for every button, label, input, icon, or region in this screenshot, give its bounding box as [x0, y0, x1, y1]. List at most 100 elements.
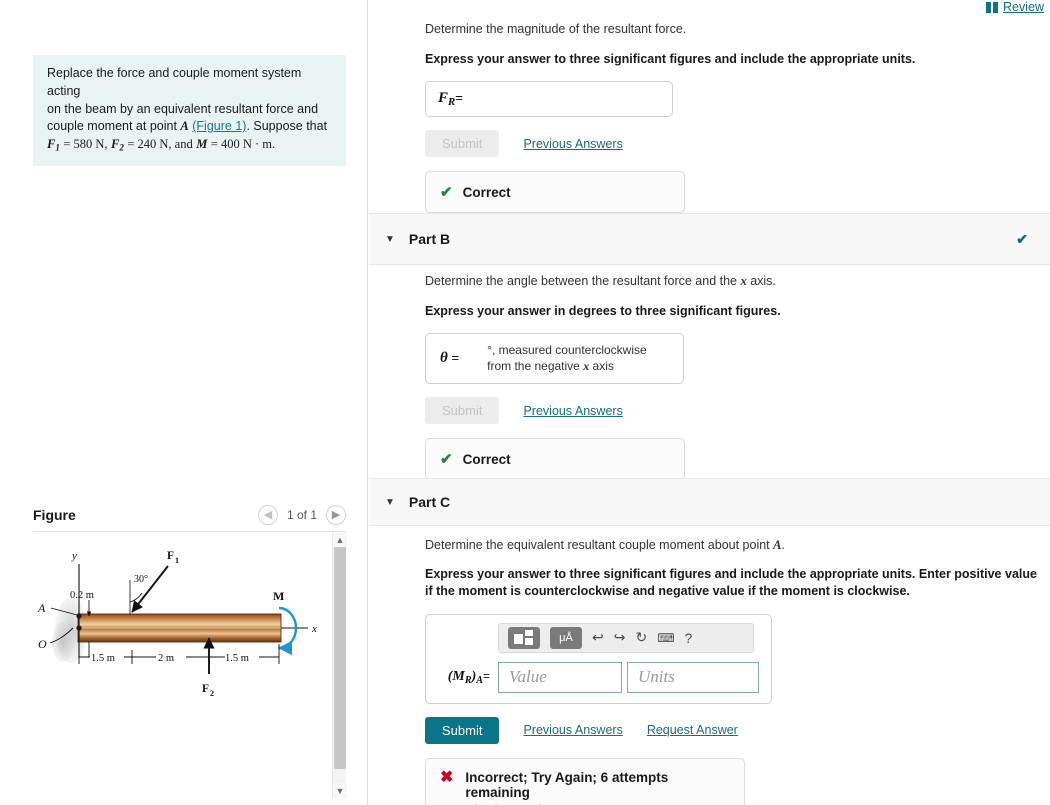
- svg-text:0.2 m: 0.2 m: [70, 590, 94, 601]
- problem-line-3-post: . Suppose that: [246, 119, 328, 134]
- check-icon: ✔: [440, 451, 453, 469]
- keyboard-icon[interactable]: ⌨: [657, 631, 674, 645]
- svg-text:1.5 m: 1.5 m: [91, 653, 115, 664]
- mr-subscript-a: A: [476, 674, 483, 686]
- fr-equals: =: [455, 90, 463, 106]
- part-b-header[interactable]: ▼ Part B ✔: [369, 213, 1050, 265]
- part-b-answer-box[interactable]: θ = °, measured counterclockwise from th…: [425, 333, 684, 385]
- part-b-status-text: Correct: [462, 451, 511, 467]
- part-b-hint: °, measured counterclockwise from the ne…: [487, 343, 647, 375]
- svg-text:F: F: [202, 683, 209, 695]
- figure-scroll-up-button[interactable]: ▲: [333, 532, 347, 547]
- page-root: Replace the force and couple moment syst…: [0, 0, 1050, 805]
- part-b-status-box: ✔ Correct: [425, 438, 685, 481]
- part-c-request-answer-link[interactable]: Request Answer: [647, 723, 738, 737]
- chevron-down-icon: ▼: [335, 785, 345, 796]
- caret-down-icon[interactable]: ▼: [385, 497, 395, 508]
- part-b-question: Determine the angle between the resultan…: [425, 273, 1045, 290]
- problem-statement: Replace the force and couple moment syst…: [33, 55, 346, 167]
- part-c-units-placeholder: Units: [638, 667, 675, 687]
- part-b-submit-button[interactable]: Submit: [425, 397, 500, 425]
- part-c-submit-button[interactable]: Submit: [425, 716, 500, 744]
- part-a-status-text: Correct: [462, 184, 511, 200]
- svg-text:2: 2: [210, 689, 214, 698]
- mr-equals: =: [482, 668, 490, 683]
- part-c-units-input[interactable]: Units: [627, 661, 759, 693]
- right-panel: Review Determine the magnitude of the re…: [369, 0, 1050, 805]
- part-c-instruction: Express your answer to three significant…: [425, 566, 1045, 601]
- svg-text:M: M: [273, 589, 284, 603]
- part-b-action-row: Submit Previous Answers: [425, 397, 1045, 425]
- x-mark-icon: ✖: [440, 768, 454, 786]
- part-b-hint-line2-post: axis: [589, 358, 614, 373]
- part-c-error-title: Incorrect; Try Again; 6 attempts remaini…: [465, 769, 669, 800]
- figure-scroll-down-button[interactable]: ▼: [333, 783, 347, 798]
- caret-down-icon[interactable]: ▼: [385, 234, 395, 245]
- part-a-question: Determine the magnitude of the resultant…: [425, 22, 687, 36]
- svg-text:F: F: [167, 550, 174, 562]
- part-b-question-post: axis.: [746, 274, 776, 288]
- part-b-body: Determine the angle between the resultan…: [425, 273, 1045, 481]
- part-c-action-row: Submit Previous Answers Request Answer: [425, 716, 1045, 744]
- template-grid-icon: [514, 629, 534, 646]
- math-toolbar: μÅ ↩ ↪ ↻ ⌨ ?: [498, 622, 754, 653]
- theta-symbol: θ: [440, 350, 448, 367]
- book-icon: [986, 1, 998, 13]
- review-label: Review: [1003, 0, 1044, 14]
- part-a-action-row: Submit Previous Answers: [425, 130, 1045, 158]
- part-c-title: Part C: [408, 494, 451, 510]
- svg-text:30°: 30°: [134, 574, 148, 585]
- part-c-question-pre: Determine the equivalent resultant coupl…: [425, 538, 774, 552]
- f1-subscript: 1: [55, 142, 60, 153]
- svg-text:1: 1: [175, 556, 179, 565]
- point-a-symbol: A: [180, 119, 189, 134]
- figure-prev-button[interactable]: ◀: [257, 504, 278, 525]
- chevron-up-icon: ▲: [335, 534, 345, 545]
- redo-arrow-icon[interactable]: ↪: [614, 629, 626, 646]
- svg-text:1.5 m: 1.5 m: [225, 653, 249, 664]
- m-symbol: M: [196, 137, 208, 151]
- reset-circular-arrow-icon[interactable]: ↻: [635, 629, 647, 646]
- chevron-right-icon: ▶: [331, 509, 341, 521]
- part-c-value-placeholder: Value: [509, 667, 547, 687]
- f2-value: = 240 N, and: [127, 137, 193, 151]
- part-c-error-box: ✖ Incorrect; Try Again; 6 attempts remai…: [425, 757, 745, 805]
- part-a-submit-button[interactable]: Submit: [425, 130, 500, 158]
- question-mark-icon[interactable]: ?: [685, 630, 693, 646]
- undo-arrow-icon[interactable]: ↩: [592, 629, 604, 646]
- part-c-question: Determine the equivalent resultant coupl…: [425, 537, 1045, 554]
- part-a-previous-answers-link[interactable]: Previous Answers: [523, 137, 622, 151]
- part-c-header[interactable]: ▼ Part C: [369, 478, 1050, 526]
- part-c-input-label: (MR)A=: [436, 669, 498, 686]
- part-c-error-row: ✖ Incorrect; Try Again; 6 attempts remai…: [440, 768, 730, 805]
- f2-subscript: 2: [119, 142, 124, 153]
- svg-text:2 m: 2 m: [158, 653, 174, 664]
- figure-header: Figure ◀ 1 of 1 ▶: [33, 498, 346, 531]
- part-b-hint-line2-pre: from the negative: [487, 358, 584, 373]
- part-c-value-input[interactable]: Value: [498, 661, 622, 693]
- theta-equals: =: [451, 350, 460, 366]
- part-b-input-label: θ =: [426, 350, 469, 367]
- svg-text:O: O: [38, 637, 47, 651]
- left-panel: Replace the force and couple moment syst…: [0, 0, 368, 805]
- part-a-status-box: ✔ Correct: [425, 171, 685, 214]
- part-a-input-label: FR=: [426, 90, 475, 108]
- part-c-instruction-line2: moment is counterclockwise and negative …: [458, 584, 910, 599]
- figure-scrollbar[interactable]: ▲ ▼: [332, 532, 347, 798]
- mr-symbol: (M: [447, 668, 465, 684]
- figure-panel: y x A O 0.2 m 30° F 1 F 2 M 1.5 m 2 m 1.…: [33, 532, 347, 798]
- units-button[interactable]: μÅ: [550, 626, 582, 649]
- part-a-body: Determine the magnitude of the resultant…: [425, 21, 1045, 214]
- figure-scroll-thumb[interactable]: [334, 547, 346, 769]
- part-b-previous-answers-link[interactable]: Previous Answers: [523, 404, 622, 418]
- template-grid-button[interactable]: [508, 626, 540, 649]
- part-a-answer-box[interactable]: FR=: [425, 81, 673, 118]
- part-c-previous-answers-link[interactable]: Previous Answers: [523, 723, 622, 737]
- svg-text:x: x: [311, 623, 317, 635]
- figure-next-button[interactable]: ▶: [326, 504, 346, 525]
- review-link[interactable]: Review: [986, 0, 1044, 14]
- svg-text:y: y: [71, 550, 77, 562]
- part-c-question-post: .: [781, 538, 785, 552]
- figure-1-link[interactable]: (Figure 1): [192, 119, 246, 133]
- part-a-instruction: Express your answer to three significant…: [425, 51, 916, 66]
